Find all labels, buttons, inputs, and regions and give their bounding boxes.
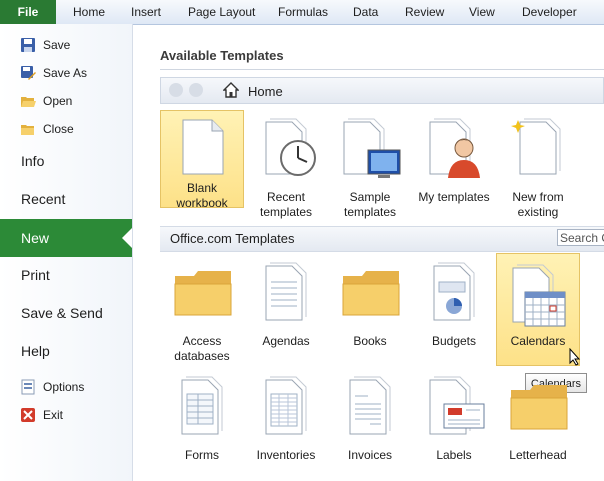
agendas-icon (262, 262, 310, 324)
exit-command[interactable]: Exit (20, 403, 63, 425)
labels-icon (426, 376, 486, 438)
tab-data[interactable]: Data (353, 0, 378, 24)
tile-label: Calendars (510, 334, 566, 348)
template-calendars[interactable]: Calendars (496, 253, 581, 366)
nav-print[interactable]: Print (21, 262, 50, 288)
office-templates-heading: Office.com Templates (170, 231, 295, 246)
template-new-from-existing[interactable]: New from existing (496, 110, 580, 219)
tile-label: Recent (266, 190, 306, 204)
tab-developer[interactable]: Developer (522, 0, 577, 24)
budgets-icon (430, 262, 478, 324)
invoices-icon (346, 376, 394, 438)
exit-icon (20, 407, 36, 423)
nav-new-pointer (122, 228, 132, 248)
save-as-command[interactable]: Save As (20, 61, 87, 83)
nav-help[interactable]: Help (21, 338, 50, 364)
blank-workbook-icon (182, 119, 224, 175)
search-office-input[interactable]: Search O (557, 229, 604, 246)
recent-templates-icon (262, 118, 318, 178)
folder-icon (174, 270, 232, 316)
tile-label: Forms (185, 448, 219, 462)
nav-new-highlight (0, 219, 132, 257)
template-inventories[interactable]: Inventories (244, 370, 328, 468)
tile-label: My templates (418, 190, 490, 204)
tile-label: existing (517, 205, 559, 219)
heading-divider (160, 69, 604, 70)
my-templates-icon (426, 118, 486, 180)
close-command[interactable]: Close (20, 117, 74, 139)
tab-file[interactable]: File (0, 0, 56, 24)
template-agendas[interactable]: Agendas (244, 256, 328, 354)
exit-label: Exit (43, 407, 64, 422)
open-label: Open (43, 93, 73, 108)
nav-save-send[interactable]: Save & Send (21, 300, 103, 326)
options-command[interactable]: Options (20, 375, 84, 397)
options-icon (20, 379, 36, 395)
open-command[interactable]: Open (20, 89, 72, 111)
nav-recent[interactable]: Recent (21, 186, 65, 212)
folder-icon (510, 384, 568, 430)
inventories-icon (262, 376, 310, 438)
tile-label: Invoices (347, 448, 393, 462)
tab-home[interactable]: Home (73, 0, 105, 24)
back-arrow-icon[interactable] (169, 83, 183, 97)
home-icon[interactable] (223, 82, 239, 98)
tile-label: templates (343, 205, 397, 219)
tile-label: databases (174, 349, 230, 363)
tab-view[interactable]: View (469, 0, 495, 24)
tile-label: Sample (349, 190, 391, 204)
forward-arrow-icon[interactable] (189, 83, 203, 97)
template-my-templates[interactable]: My templates (412, 110, 496, 208)
template-navbar (160, 77, 604, 104)
tile-label: Agendas (262, 334, 310, 348)
save-as-label: Save As (43, 65, 88, 80)
mouse-cursor-icon (569, 348, 581, 366)
save-command[interactable]: Save (20, 33, 70, 55)
folder-icon (342, 270, 400, 316)
template-sample[interactable]: Sample templates (328, 110, 412, 219)
close-label: Close (43, 121, 74, 136)
template-recent[interactable]: Recent templates (244, 110, 328, 219)
new-from-existing-icon (510, 118, 566, 180)
sample-templates-icon (340, 118, 402, 180)
tab-page-layout[interactable]: Page Layout (188, 0, 255, 24)
available-templates-heading: Available Templates (160, 48, 284, 63)
open-folder-icon (20, 93, 36, 109)
tile-label: Access (182, 334, 222, 348)
close-folder-icon (20, 121, 36, 137)
forms-icon (178, 376, 226, 438)
template-access-databases[interactable]: Access databases (160, 256, 244, 363)
tile-label: Inventories (256, 448, 316, 462)
nav-info[interactable]: Info (21, 148, 44, 174)
template-forms[interactable]: Forms (160, 370, 244, 468)
tab-insert[interactable]: Insert (131, 0, 161, 24)
tab-formulas[interactable]: Formulas (278, 0, 328, 24)
ribbon-tab-bar: File Home Insert Page Layout Formulas Da… (0, 0, 604, 25)
template-blank-workbook[interactable]: Blank workbook (160, 110, 244, 210)
tile-label: Labels (436, 448, 472, 462)
tile-label: workbook (176, 196, 228, 210)
nav-new[interactable]: New (21, 219, 49, 257)
tile-label: Letterhead (509, 448, 567, 462)
breadcrumb-home[interactable]: Home (248, 84, 283, 99)
options-label: Options (43, 379, 85, 394)
calendar-icon (509, 264, 569, 328)
tile-label: Books (353, 334, 387, 348)
save-label: Save (43, 37, 71, 52)
template-invoices[interactable]: Invoices (328, 370, 412, 468)
tab-review[interactable]: Review (405, 0, 444, 24)
save-icon (20, 37, 36, 53)
template-labels[interactable]: Labels (412, 370, 496, 468)
tile-label: New from (512, 190, 564, 204)
template-letterhead[interactable]: Letterhead (496, 370, 580, 468)
template-budgets[interactable]: Budgets (412, 256, 496, 354)
tile-label: Blank (186, 181, 218, 195)
tile-label: templates (259, 205, 313, 219)
save-as-icon (20, 65, 36, 81)
tile-label: Budgets (431, 334, 477, 348)
template-books[interactable]: Books (328, 256, 412, 354)
